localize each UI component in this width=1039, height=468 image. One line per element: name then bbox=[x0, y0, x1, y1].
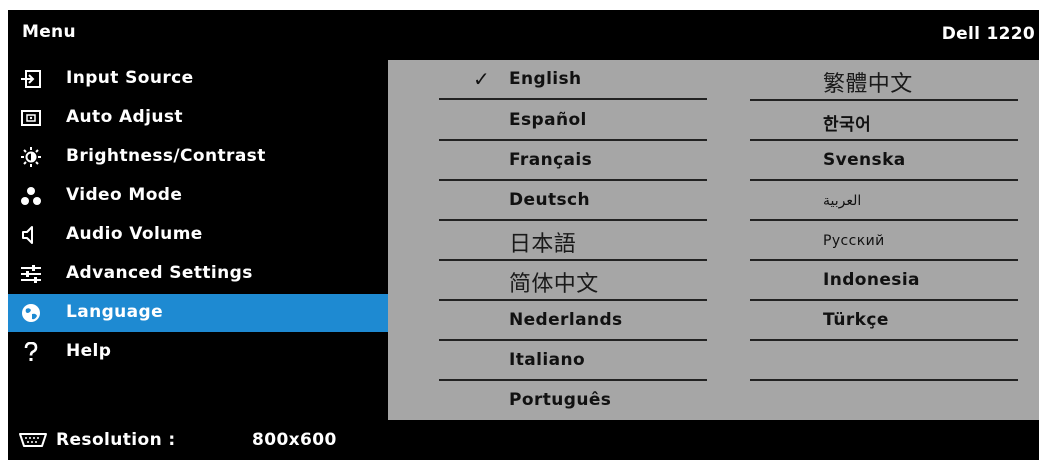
language-label: 繁體中文 bbox=[823, 72, 913, 97]
resolution-value: 800x600 bbox=[252, 430, 337, 450]
language-option-deutsch[interactable]: Deutsch bbox=[439, 181, 707, 221]
language-option-nederlands[interactable]: Nederlands bbox=[439, 301, 707, 341]
checkmark-icon: ✓ bbox=[473, 67, 490, 91]
language-label: Português bbox=[509, 390, 612, 410]
vga-connector-icon bbox=[19, 433, 47, 447]
sidebar-item-language[interactable]: Language bbox=[8, 294, 388, 332]
sidebar-item-video-mode[interactable]: Video Mode bbox=[8, 177, 388, 215]
sidebar-item-label: Input Source bbox=[66, 68, 194, 88]
language-option-turkce[interactable]: Türkçe bbox=[750, 301, 1018, 341]
language-option-korean[interactable]: 한국어 bbox=[750, 101, 1018, 141]
language-label: 日本語 bbox=[509, 232, 577, 257]
sidebar-item-label: Language bbox=[66, 302, 164, 322]
sidebar-item-brightness-contrast[interactable]: Brightness/Contrast bbox=[8, 138, 388, 176]
sidebar-item-label: Audio Volume bbox=[66, 224, 203, 244]
language-option-svenska[interactable]: Svenska bbox=[750, 141, 1018, 181]
globe-icon bbox=[22, 304, 40, 322]
language-label: Indonesia bbox=[823, 270, 920, 290]
language-label: 简体中文 bbox=[509, 272, 599, 297]
sidebar-item-input-source[interactable]: Input Source bbox=[8, 60, 388, 98]
language-label: Svenska bbox=[823, 150, 906, 170]
language-option-indonesia[interactable]: Indonesia bbox=[750, 261, 1018, 301]
menu-title: Menu bbox=[22, 22, 76, 42]
language-label: Türkçe bbox=[823, 310, 889, 330]
language-option-empty bbox=[750, 341, 1018, 381]
language-label: 한국어 bbox=[823, 115, 872, 135]
sidebar-item-label: Help bbox=[66, 341, 112, 361]
language-label: Русский bbox=[823, 233, 885, 249]
input-source-icon bbox=[21, 70, 41, 88]
divider bbox=[439, 98, 707, 100]
language-label: Español bbox=[509, 110, 587, 130]
speaker-icon bbox=[22, 226, 33, 244]
model-name: Dell 1220 bbox=[941, 24, 1035, 44]
sidebar-item-auto-adjust[interactable]: Auto Adjust bbox=[8, 99, 388, 137]
language-label: Français bbox=[509, 150, 593, 170]
language-option-espanol[interactable]: Español bbox=[439, 101, 707, 141]
sidebar-item-advanced-settings[interactable]: Advanced Settings bbox=[8, 255, 388, 293]
language-option-english[interactable]: ✓ English bbox=[439, 60, 707, 100]
language-option-traditional-chinese[interactable]: 繁體中文 bbox=[750, 61, 1018, 101]
language-label: Nederlands bbox=[509, 310, 623, 330]
language-option-francais[interactable]: Français bbox=[439, 141, 707, 181]
language-label: العربية bbox=[823, 193, 862, 209]
sidebar-item-label: Auto Adjust bbox=[66, 107, 183, 127]
sliders-icon bbox=[21, 265, 41, 283]
question-icon bbox=[24, 342, 38, 361]
projector-osd: Menu Dell 1220 Input Source Auto Adjust bbox=[8, 10, 1039, 460]
language-label: English bbox=[509, 69, 582, 89]
language-label: Deutsch bbox=[509, 190, 590, 210]
sidebar-item-label: Advanced Settings bbox=[66, 263, 253, 283]
divider bbox=[750, 379, 1018, 381]
sidebar-item-audio-volume[interactable]: Audio Volume bbox=[8, 216, 388, 254]
language-option-italiano[interactable]: Italiano bbox=[439, 341, 707, 381]
language-panel: ✓ English Español Français Deutsch 日本語 简… bbox=[388, 60, 1039, 420]
language-option-arabic[interactable]: العربية bbox=[750, 181, 1018, 221]
brightness-icon bbox=[21, 147, 41, 167]
auto-adjust-icon bbox=[21, 110, 41, 126]
video-mode-icon bbox=[21, 187, 41, 205]
language-option-simplified-chinese[interactable]: 简体中文 bbox=[439, 261, 707, 301]
status-bar: Resolution : 800x600 bbox=[8, 420, 1039, 460]
sidebar-item-help[interactable]: Help bbox=[8, 333, 388, 371]
language-option-portugues[interactable]: Português bbox=[439, 381, 707, 421]
menu-header: Menu Dell 1220 bbox=[8, 10, 1039, 60]
sidebar-item-label: Brightness/Contrast bbox=[66, 146, 266, 166]
language-option-japanese[interactable]: 日本語 bbox=[439, 221, 707, 261]
resolution-label: Resolution : bbox=[56, 430, 176, 450]
language-label: Italiano bbox=[509, 350, 586, 370]
sidebar-item-label: Video Mode bbox=[66, 185, 183, 205]
sidebar-menu: Input Source Auto Adjust Brightness/Cont… bbox=[8, 60, 388, 430]
language-option-russian[interactable]: Русский bbox=[750, 221, 1018, 261]
